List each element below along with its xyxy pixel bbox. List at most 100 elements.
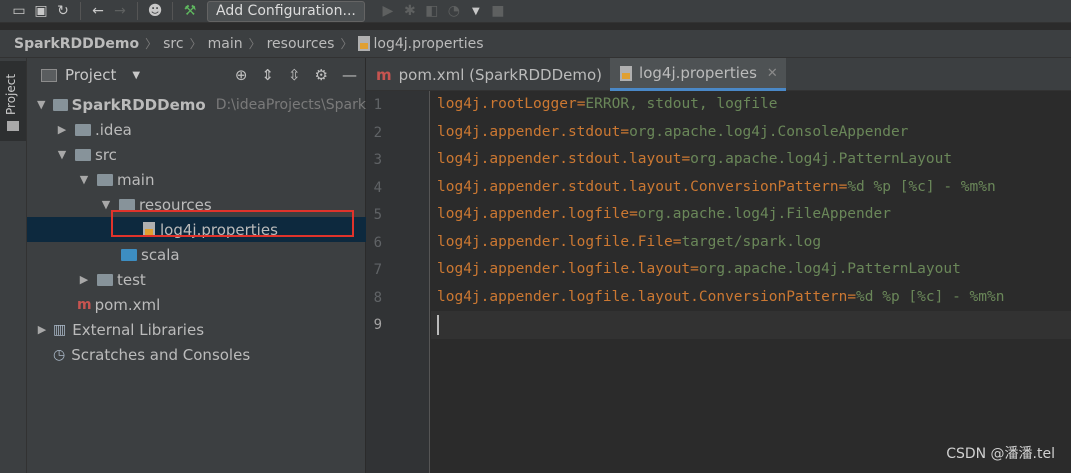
chevron-right-icon: 〉 — [189, 37, 202, 51]
code-line: log4j.rootLogger=ERROR, stdout, logfile — [437, 96, 778, 112]
project-panel: Project ▼ ⊕ ⇕ ⇳ ⚙ — ▼ SparkRDDDemo D:\id… — [27, 58, 366, 473]
breadcrumb: SparkRDDDemo 〉 src 〉 main 〉 resources 〉 … — [0, 30, 1071, 58]
breadcrumb-item[interactable]: src — [163, 36, 183, 52]
close-icon[interactable]: ✕ — [767, 66, 778, 81]
code-line: log4j.appender.stdout=org.apache.log4j.C… — [437, 124, 909, 140]
save-icon[interactable]: ▣ — [30, 1, 52, 21]
toolbar-divider — [137, 2, 138, 20]
code-line: log4j.appender.logfile=org.apache.log4j.… — [437, 206, 891, 222]
tree-item-label: test — [117, 270, 146, 289]
tree-item-main[interactable]: ▼ main — [27, 167, 366, 192]
tree-item-scratches[interactable]: ◷ Scratches and Consoles — [27, 342, 366, 367]
tree-item-pom-xml[interactable]: m pom.xml — [27, 292, 366, 317]
build-hammer-icon[interactable]: ⚒ — [179, 1, 201, 21]
folder-icon — [97, 273, 113, 286]
folder-icon — [75, 123, 91, 136]
profile-icon[interactable]: ◔ — [443, 1, 465, 21]
open-folder-icon[interactable]: ▭ — [8, 1, 30, 21]
library-icon: ▥ — [53, 321, 67, 338]
line-number-gutter: 1 2 3 4 5 6 7 8 9 — [366, 91, 430, 473]
chevron-down-icon[interactable]: ▼ — [35, 98, 47, 111]
tab-log4j-properties[interactable]: log4j.properties ✕ — [610, 58, 786, 91]
tree-item-label: main — [117, 170, 155, 189]
properties-file-icon — [620, 65, 633, 81]
chevron-right-icon: 〉 — [340, 37, 353, 51]
tree-item-idea[interactable]: ▶ .idea — [27, 117, 366, 142]
folder-icon — [97, 173, 113, 186]
tree-item-external-libraries[interactable]: ▶ ▥ External Libraries — [27, 317, 366, 342]
breadcrumb-item[interactable]: main — [208, 36, 243, 52]
maven-icon: m — [376, 65, 392, 84]
line-number: 2 — [373, 125, 382, 141]
line-number: 3 — [373, 152, 382, 168]
code-line: log4j.appender.logfile.File=target/spark… — [437, 234, 822, 250]
run-icon[interactable]: ▶ — [377, 1, 399, 21]
toolbar-divider — [80, 2, 81, 20]
tree-item-scala[interactable]: scala — [27, 242, 366, 267]
tree-item-project-root[interactable]: ▼ SparkRDDDemo D:\ideaProjects\Spark — [27, 92, 366, 117]
gear-icon[interactable]: ⚙ — [315, 66, 328, 84]
coverage-icon[interactable]: ◧ — [421, 1, 443, 21]
line-number: 5 — [373, 207, 382, 223]
breadcrumb-item[interactable]: resources — [267, 36, 335, 52]
project-view-icon — [41, 68, 57, 82]
project-panel-tools: ⊕ ⇕ ⇳ ⚙ — — [235, 66, 357, 84]
maven-icon: m — [77, 296, 92, 313]
line-number: 4 — [373, 180, 382, 196]
editor-tab-bar: m pom.xml (SparkRDDDemo) log4j.propertie… — [366, 58, 1071, 91]
tree-item-label: scala — [141, 245, 180, 264]
watermark: CSDN @潘潘.tel — [946, 446, 1055, 462]
back-icon[interactable]: ← — [87, 1, 109, 21]
chevron-down-icon[interactable]: ▼ — [55, 148, 69, 161]
toolbar-divider — [172, 2, 173, 20]
code-editor[interactable]: log4j.rootLogger=ERROR, stdout, logfile … — [431, 91, 1071, 473]
chevron-right-icon[interactable]: ▶ — [77, 273, 91, 286]
tab-pom-xml[interactable]: m pom.xml (SparkRDDDemo) — [366, 58, 610, 91]
chevron-right-icon: 〉 — [248, 37, 261, 51]
tool-window-strip: Project — [0, 58, 27, 473]
tree-item-label: SparkRDDDemo — [71, 95, 206, 114]
project-tool-tab[interactable]: Project — [0, 61, 26, 141]
module-folder-icon — [53, 98, 68, 111]
breadcrumb-item[interactable]: log4j.properties — [373, 36, 483, 52]
chevron-down-icon[interactable]: ▼ — [465, 1, 487, 21]
resources-folder-icon — [119, 198, 135, 211]
source-folder-icon — [121, 248, 137, 261]
project-path-hint: D:\ideaProjects\Spark — [215, 96, 366, 113]
hide-icon[interactable]: — — [342, 66, 357, 84]
chevron-right-icon[interactable]: ▶ — [35, 323, 49, 336]
tree-item-label: src — [95, 145, 117, 164]
project-tool-tab-label: Project — [4, 73, 18, 115]
forward-icon[interactable]: → — [109, 1, 131, 21]
line-number: 8 — [373, 290, 382, 306]
line-number: 9 — [373, 317, 382, 333]
properties-file-icon — [358, 36, 371, 51]
project-panel-title: Project — [65, 66, 117, 84]
collapse-all-icon[interactable]: ⇳ — [288, 66, 301, 84]
tree-item-label: External Libraries — [72, 320, 205, 339]
breadcrumb-item[interactable]: SparkRDDDemo — [14, 36, 139, 52]
scratches-icon: ◷ — [53, 346, 66, 363]
user-icon[interactable]: ☻ — [144, 1, 166, 21]
stop-icon[interactable]: ■ — [487, 1, 509, 21]
tab-label: log4j.properties — [639, 64, 757, 82]
debug-icon[interactable]: ✱ — [399, 1, 421, 21]
chevron-down-icon[interactable]: ▼ — [132, 70, 140, 81]
folder-icon — [7, 121, 19, 131]
expand-all-icon[interactable]: ⇕ — [261, 66, 274, 84]
code-line: log4j.appender.stdout.layout=org.apache.… — [437, 151, 953, 167]
tree-item-src[interactable]: ▼ src — [27, 142, 366, 167]
tab-label: pom.xml (SparkRDDDemo) — [398, 65, 603, 84]
tree-item-label: Scratches and Consoles — [71, 345, 251, 364]
sync-icon[interactable]: ↻ — [52, 1, 74, 21]
chevron-right-icon[interactable]: ▶ — [55, 123, 69, 136]
tree-item-label: .idea — [95, 120, 132, 139]
line-number: 1 — [373, 97, 382, 113]
locate-icon[interactable]: ⊕ — [235, 66, 248, 84]
run-configuration-selector[interactable]: Add Configuration... — [207, 0, 365, 22]
tree-item-test[interactable]: ▶ test — [27, 267, 366, 292]
tree-item-label: pom.xml — [94, 295, 161, 314]
current-line-highlight — [431, 311, 1071, 339]
chevron-down-icon[interactable]: ▼ — [77, 173, 91, 186]
folder-icon — [75, 148, 91, 161]
